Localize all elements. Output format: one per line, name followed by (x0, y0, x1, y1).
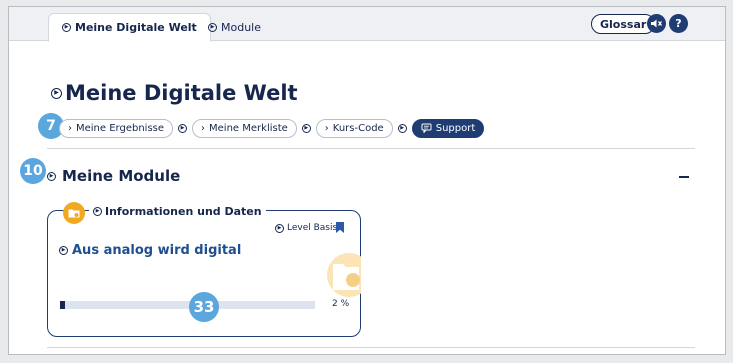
play-icon[interactable]: ▶ (397, 123, 407, 133)
nav-label: Meine Ergebnisse (76, 122, 165, 134)
folder-info-icon (63, 202, 85, 224)
tab-module[interactable]: ▶ Module (195, 13, 274, 41)
help-question-icon[interactable]: ? (669, 14, 688, 33)
progress-percent: 2 % (332, 299, 350, 309)
app-frame: ▶ Meine Digitale Welt ▶ Module Glossar ?… (8, 6, 726, 355)
quick-nav: › Meine Ergebnisse ▶ › Meine Merkliste ▶… (59, 117, 485, 139)
page-title: ▶ Meine Digitale Welt (51, 81, 298, 105)
collapse-minus-icon[interactable] (679, 176, 689, 178)
tab-meine-digitale-welt[interactable]: ▶ Meine Digitale Welt (48, 13, 211, 42)
category-text: Informationen und Daten (105, 205, 262, 218)
play-icon[interactable]: ▶ (62, 23, 71, 32)
module-level: ▶ Level Basis (275, 223, 337, 233)
nav-meine-ergebnisse[interactable]: › Meine Ergebnisse (59, 118, 174, 138)
page-title-text: Meine Digitale Welt (65, 81, 298, 105)
module-category: ▶ Informationen und Daten (89, 205, 266, 218)
progress-fill (60, 301, 66, 309)
nav-label: Kurs-Code (332, 122, 384, 134)
nav-label: Meine Merkliste (209, 122, 288, 134)
top-navigation: ▶ Meine Digitale Welt ▶ Module Glossar ? (9, 7, 725, 42)
section-title-text: Meine Module (62, 167, 181, 185)
play-icon[interactable]: ▶ (51, 87, 62, 99)
play-icon[interactable]: ▶ (47, 171, 56, 181)
chevron-right-icon: › (201, 122, 206, 134)
section-title-meine-module[interactable]: ▶ Meine Module (47, 167, 180, 185)
speaker-mute-icon[interactable] (647, 14, 666, 33)
glossar-button[interactable]: Glossar (591, 14, 656, 34)
nav-label: Support (435, 122, 476, 134)
chevron-right-icon: › (68, 122, 72, 134)
module-progress-bar (60, 301, 315, 309)
chevron-right-icon: › (324, 122, 329, 134)
play-icon[interactable]: ▶ (93, 207, 102, 216)
nav-support[interactable]: Support (411, 118, 485, 138)
play-icon[interactable]: ▶ (178, 123, 188, 133)
module-title[interactable]: ▶ Aus analog wird digital (59, 243, 241, 258)
step-badge-section: 10 (20, 158, 46, 184)
nav-meine-merkliste[interactable]: › Meine Merkliste (192, 118, 297, 138)
tab-label: Meine Digitale Welt (75, 21, 197, 34)
play-icon[interactable]: ▶ (275, 223, 284, 233)
folder-watermark-icon (319, 250, 361, 300)
step-badge-progress: 33 (189, 292, 219, 322)
chat-icon (421, 123, 432, 133)
divider (47, 148, 695, 149)
divider (47, 347, 695, 348)
tab-label: Module (221, 20, 261, 34)
play-icon[interactable]: ▶ (301, 123, 311, 133)
play-icon[interactable]: ▶ (208, 22, 217, 32)
nav-kurs-code[interactable]: › Kurs-Code (315, 118, 393, 138)
play-icon[interactable]: ▶ (59, 246, 68, 255)
module-title-text: Aus analog wird digital (72, 243, 242, 258)
level-text: Level Basis (287, 223, 338, 233)
